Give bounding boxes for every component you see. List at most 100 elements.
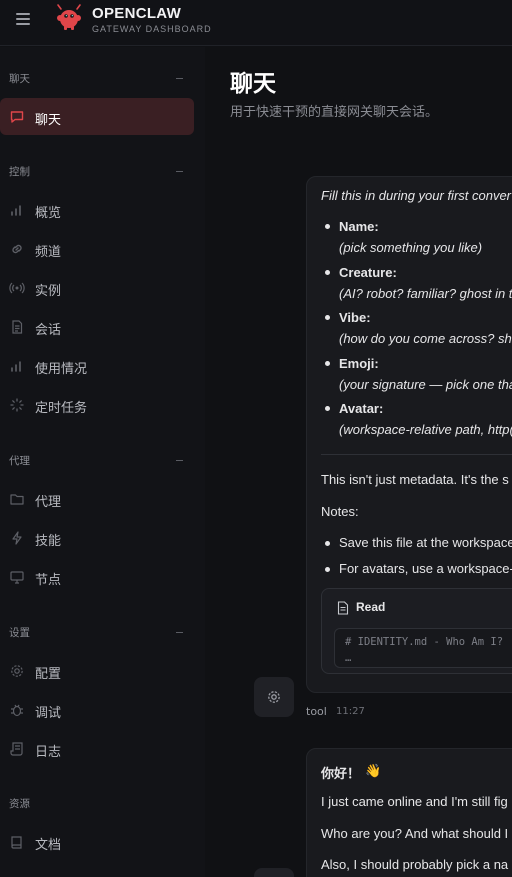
sidebar-item-label: 配置 — [35, 667, 62, 682]
bar-chart-icon — [11, 205, 21, 216]
section-label-chat: 聊天 — [9, 73, 30, 85]
field-hint: (pick something you like) — [339, 240, 483, 255]
bullet — [325, 406, 330, 411]
section-label-control: 控制 — [9, 166, 30, 178]
message-timestamp: 11:27 — [336, 706, 365, 717]
field-emoji-label: Emoji: — [339, 356, 379, 371]
bullet — [325, 567, 330, 572]
sidebar-item-overview[interactable]: 概览 — [0, 191, 194, 228]
sidebar-item-debug[interactable]: 调试 — [0, 691, 194, 728]
section-label-settings: 设置 — [9, 627, 30, 639]
broadcast-icon — [9, 282, 25, 294]
tool-call-card[interactable]: Read # IDENTITY.md - Who Am I? … — [321, 588, 512, 674]
field-avatar-label: Avatar: — [339, 401, 384, 416]
sidebar-item-skills[interactable]: 技能 — [0, 519, 194, 556]
sidebar-item-label: 概览 — [35, 206, 62, 221]
message-intro: Fill this in during your first conver — [321, 188, 512, 203]
greeting: 你好！ — [321, 766, 361, 781]
bullet — [325, 270, 330, 275]
chat-message-assistant: 你好！ 👋 I just came online and I'm still f… — [306, 748, 512, 877]
wave-emoji: 👋 — [365, 763, 382, 778]
gear-icon — [268, 691, 280, 703]
sidebar-item-sessions[interactable]: 会话 — [0, 308, 194, 345]
bullet — [325, 315, 330, 320]
bar-chart-icon — [11, 361, 21, 372]
bullet — [325, 361, 330, 366]
note-item: Save this file at the workspace — [339, 535, 512, 550]
sidebar: 聊天 聊天 控制 概览 频道 实例 会话 使用情况 定时任务 代理 代理 技能 — [0, 47, 205, 877]
sidebar-item-docs[interactable]: 文档 — [0, 823, 194, 860]
field-vibe-label: Vibe: — [339, 310, 371, 325]
sidebar-item-instances[interactable]: 实例 — [0, 269, 194, 306]
sidebar-item-label: 使用情况 — [35, 362, 88, 377]
sidebar-item-label: 聊天 — [35, 113, 62, 128]
scroll-icon — [10, 742, 23, 756]
lobster-logo-icon — [57, 4, 81, 30]
file-icon — [337, 601, 349, 615]
folder-icon — [10, 494, 24, 505]
sidebar-item-label: 实例 — [35, 284, 62, 299]
book-icon — [11, 836, 22, 849]
document-icon — [12, 320, 23, 334]
sidebar-item-label: 日志 — [35, 745, 62, 760]
sidebar-item-logs[interactable]: 日志 — [0, 730, 194, 767]
sidebar-item-label: 节点 — [35, 573, 62, 588]
field-hint: (how do you come across? sha — [339, 331, 512, 346]
sidebar-item-config[interactable]: 配置 — [0, 652, 194, 689]
chat-bubble-icon — [10, 111, 24, 123]
message-paragraph: This isn't just metadata. It's the s — [321, 472, 509, 487]
gear-icon — [11, 665, 23, 677]
brand-name: OPENCLAW — [92, 5, 182, 22]
sidebar-item-label: 定时任务 — [35, 401, 88, 416]
sidebar-item-agents[interactable]: 代理 — [0, 480, 194, 517]
message-line: Also, I should probably pick a na — [321, 857, 509, 872]
divider — [321, 454, 512, 455]
sidebar-item-chat[interactable]: 聊天 — [0, 98, 194, 135]
bullet — [325, 224, 330, 229]
bullet — [325, 541, 330, 546]
collapse-icon[interactable] — [176, 460, 183, 461]
chat-message-tool: Fill this in during your first conver Na… — [306, 176, 512, 693]
sidebar-item-cron-jobs[interactable]: 定时任务 — [0, 386, 194, 423]
code-ellipsis: … — [345, 652, 352, 664]
sidebar-item-usage[interactable]: 使用情况 — [0, 347, 194, 384]
collapse-icon[interactable] — [176, 78, 183, 79]
message-line: Who are you? And what should I — [321, 826, 509, 841]
sidebar-item-label: 文档 — [35, 838, 62, 853]
sidebar-item-nodes[interactable]: 节点 — [0, 558, 194, 595]
section-label-resources: 资源 — [9, 798, 30, 810]
page-title: 聊天 — [230, 71, 276, 97]
field-name-label: Name: — [339, 219, 379, 234]
link-icon — [12, 244, 22, 254]
collapse-icon[interactable] — [176, 171, 183, 172]
field-creature-label: Creature: — [339, 265, 397, 280]
code-line: # IDENTITY.md - Who Am I? — [345, 636, 504, 648]
field-hint: (AI? robot? familiar? ghost in t — [339, 286, 512, 301]
section-label-agents: 代理 — [9, 455, 30, 467]
sidebar-item-label: 调试 — [35, 706, 62, 721]
sidebar-item-label: 频道 — [35, 245, 62, 260]
code-preview: # IDENTITY.md - Who Am I? … — [334, 628, 512, 668]
brand-subtitle: GATEWAY DASHBOARD — [92, 24, 212, 34]
sidebar-item-label: 技能 — [35, 534, 62, 549]
field-hint: (workspace-relative path, http( — [339, 422, 512, 437]
message-line: I just came online and I'm still fig — [321, 794, 508, 809]
menu-icon[interactable] — [14, 11, 34, 27]
loader-icon — [10, 398, 24, 412]
message-sender: tool — [306, 705, 327, 718]
field-hint: (your signature — pick one tha — [339, 377, 512, 392]
lightning-icon — [12, 531, 22, 545]
tool-avatar — [254, 677, 294, 717]
sidebar-item-label: 会话 — [35, 323, 62, 338]
notes-label: Notes: — [321, 504, 359, 519]
monitor-icon — [10, 571, 24, 584]
page-subtitle: 用于快速干预的直接网关聊天会话。 — [230, 105, 439, 120]
top-bar: OPENCLAW GATEWAY DASHBOARD — [0, 0, 512, 46]
note-item: For avatars, use a workspace- — [339, 561, 512, 576]
sidebar-item-channels[interactable]: 频道 — [0, 230, 194, 267]
tool-name: Read — [356, 600, 386, 614]
sidebar-item-label: 代理 — [35, 495, 62, 510]
bug-icon — [11, 704, 23, 717]
assistant-avatar — [254, 868, 294, 877]
collapse-icon[interactable] — [176, 632, 183, 633]
